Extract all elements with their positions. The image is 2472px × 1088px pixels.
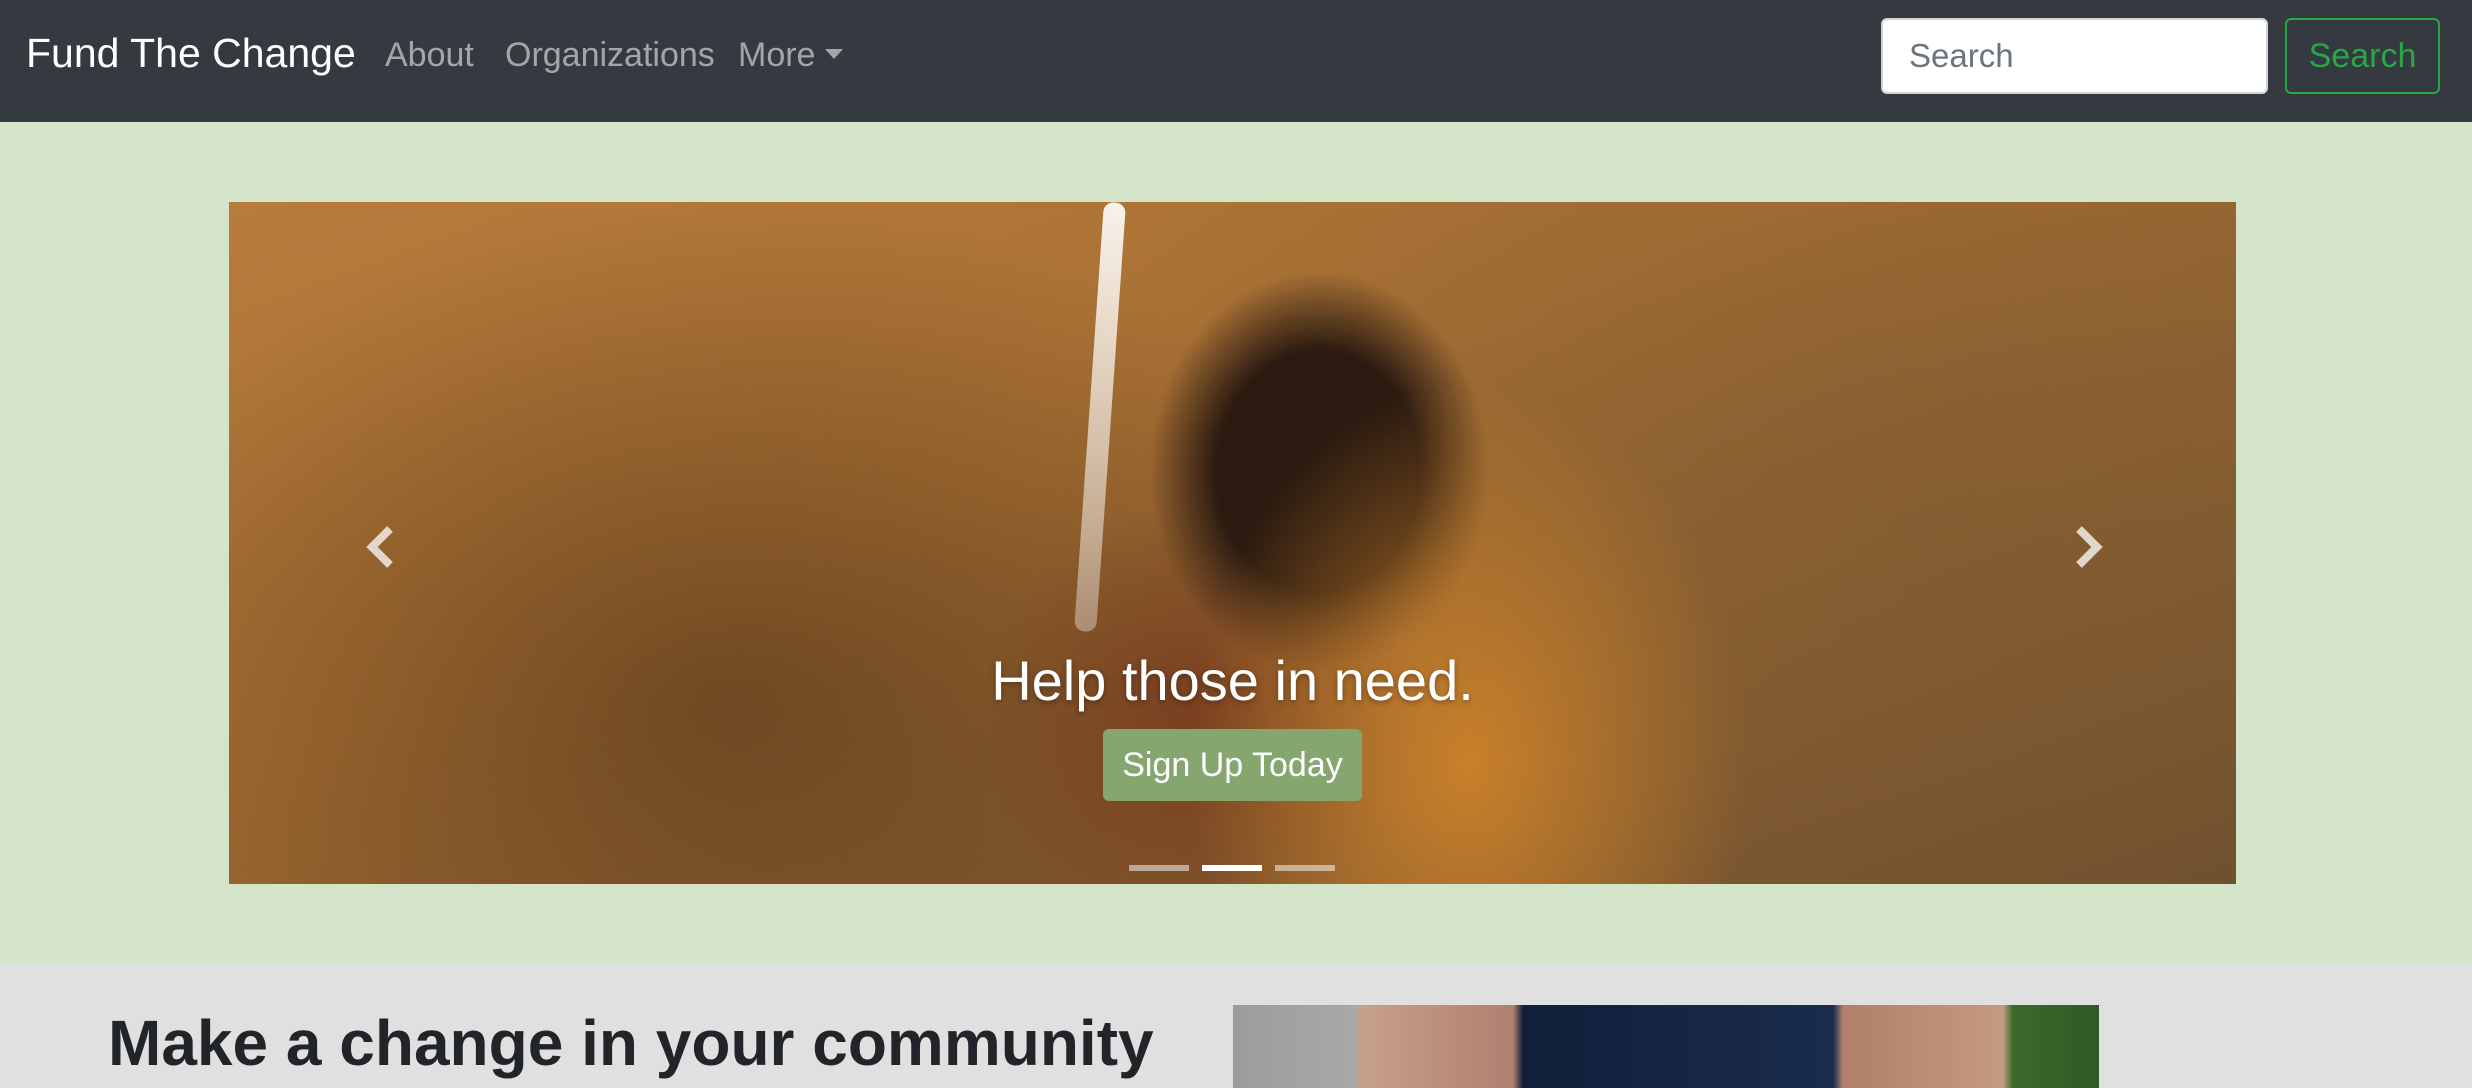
hero-section: Help those in need. Sign Up Today — [0, 122, 2472, 964]
brand-link[interactable]: Fund The Change — [26, 30, 356, 77]
nav-link-about[interactable]: About — [385, 36, 474, 75]
carousel-indicator-1[interactable] — [1129, 865, 1189, 871]
nav-dropdown-more[interactable]: More — [738, 36, 844, 75]
carousel-slide-image — [1074, 202, 1126, 633]
top-navbar: Fund The Change About Organizations More… — [0, 0, 2472, 122]
carousel-indicator-2[interactable] — [1202, 865, 1262, 871]
chevron-right-icon — [2076, 526, 2103, 568]
carousel-indicators — [1129, 865, 1335, 871]
nav-link-organizations[interactable]: Organizations — [505, 36, 715, 75]
caret-down-icon — [825, 49, 844, 60]
nav-dropdown-more-label: More — [738, 36, 816, 74]
community-image — [1233, 1005, 2099, 1088]
carousel-indicator-3[interactable] — [1275, 865, 1335, 871]
carousel-caption-heading: Help those in need. — [991, 649, 1474, 712]
section-heading: Make a change in your community — [108, 1007, 1154, 1079]
hero-carousel: Help those in need. Sign Up Today — [229, 202, 2236, 884]
carousel-next-control[interactable] — [2064, 517, 2112, 577]
search-button[interactable]: Search — [2285, 18, 2440, 94]
chevron-left-icon — [366, 526, 393, 568]
search-input[interactable] — [1881, 18, 2268, 94]
sign-up-button[interactable]: Sign Up Today — [1103, 729, 1362, 801]
carousel-prev-control[interactable] — [357, 517, 405, 577]
